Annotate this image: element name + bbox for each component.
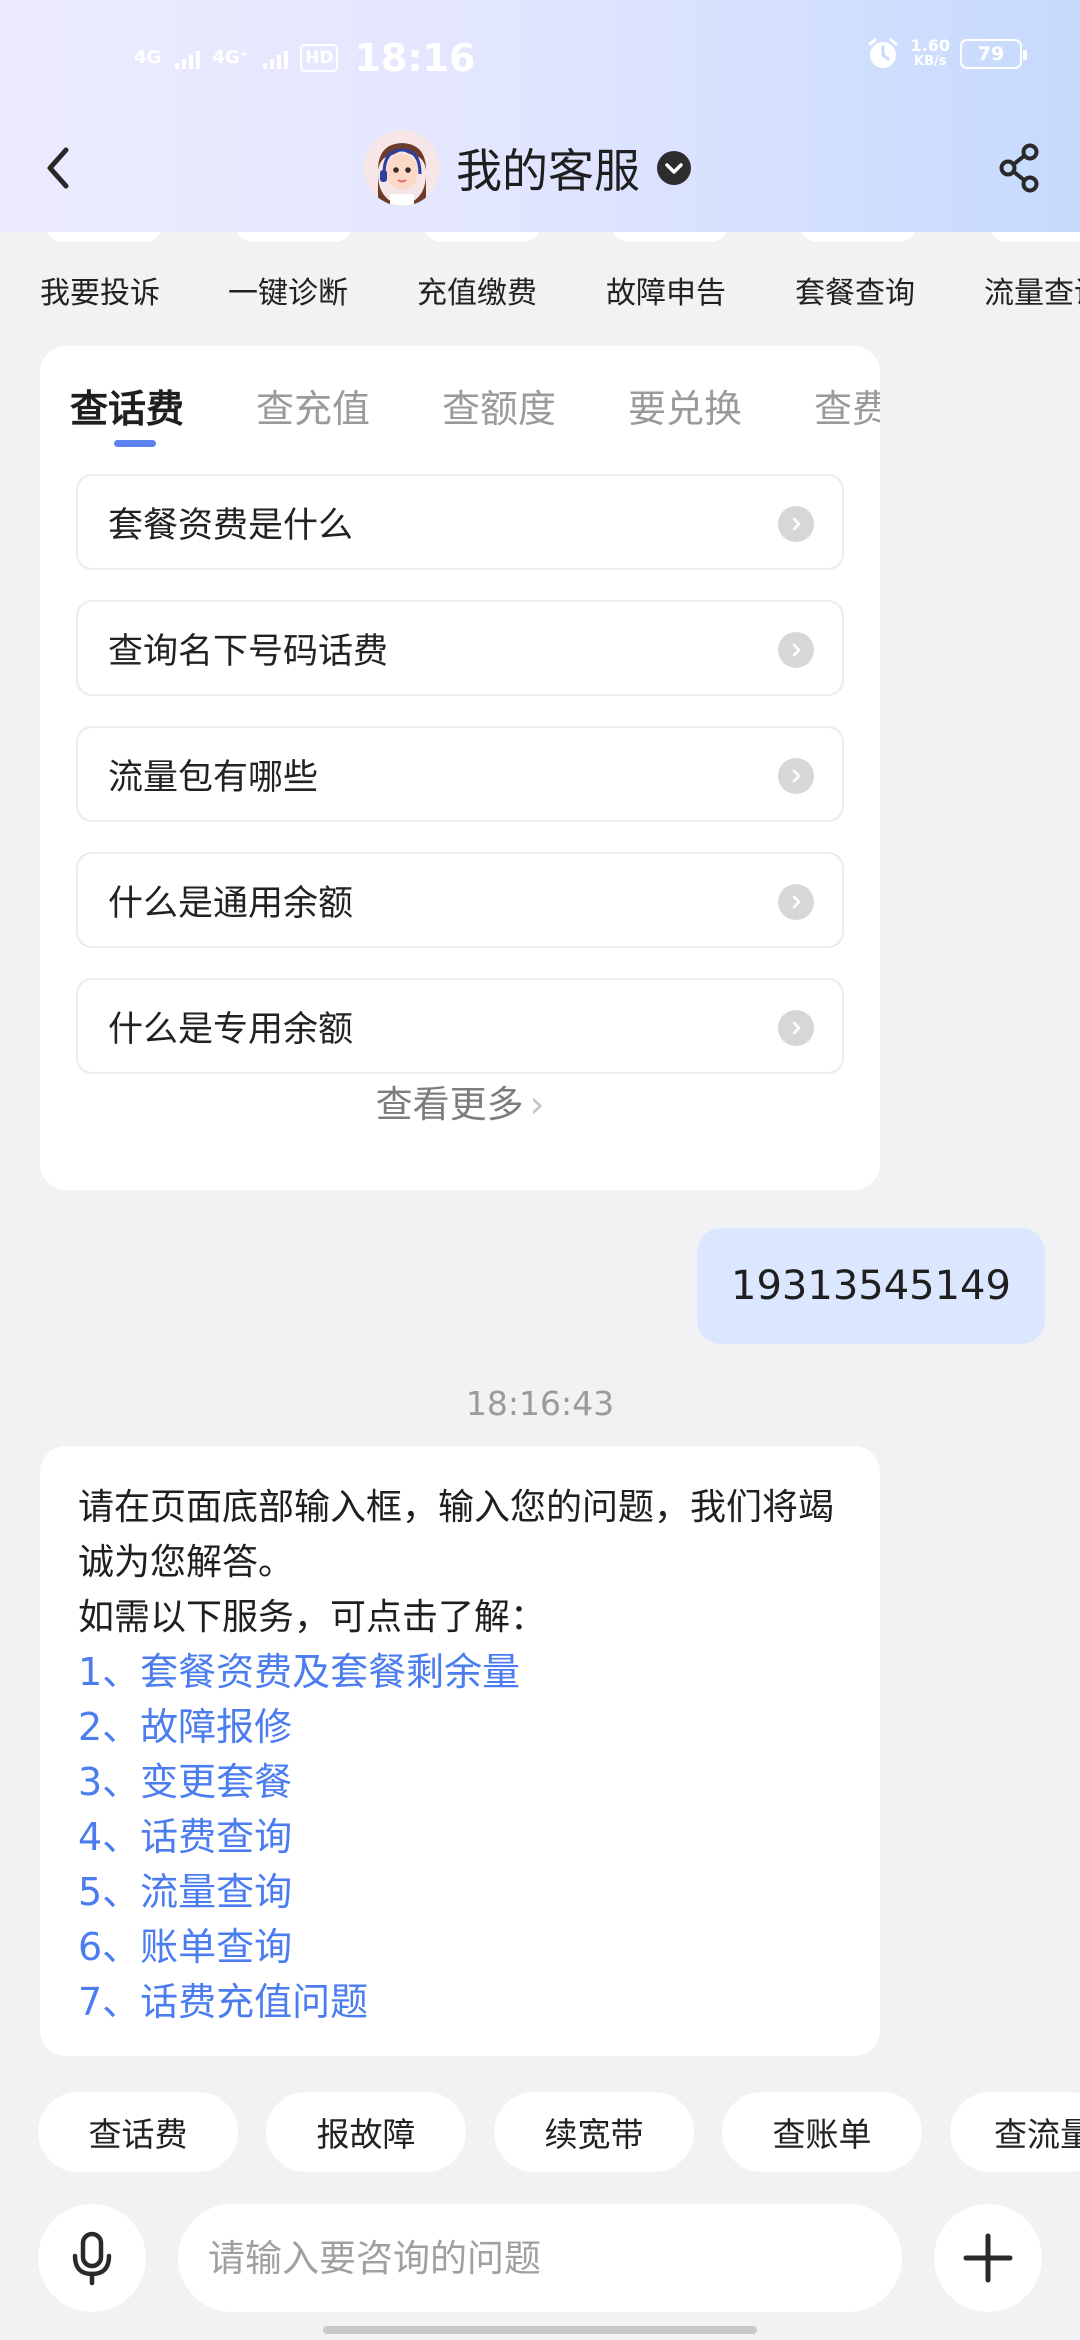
tab-bill[interactable]: 查话费 bbox=[70, 378, 184, 433]
user-message-text: 19313545149 bbox=[731, 1263, 1011, 1309]
chevron-right-icon bbox=[778, 1010, 814, 1046]
chevron-right-icon bbox=[778, 506, 814, 542]
net-speed-value: 1.60 bbox=[910, 36, 950, 55]
reply-link-data[interactable]: 5、流量查询 bbox=[78, 1865, 842, 1920]
chevron-right-icon bbox=[778, 632, 814, 668]
page-title: 我的客服 bbox=[456, 144, 640, 198]
bot-reply-card: 请在页面底部输入框，输入您的问题，我们将竭诚为您解答。 如需以下服务，可点击了解… bbox=[40, 1446, 880, 2056]
status-right: 1.60 KB/s 79 bbox=[865, 36, 1027, 72]
title-bar: 我的客服 bbox=[0, 120, 1080, 216]
chip-statement[interactable]: 查账单 bbox=[722, 2092, 922, 2172]
chevron-right-icon: › bbox=[529, 1083, 545, 1126]
battery-level: 79 bbox=[977, 43, 1005, 65]
voice-button[interactable] bbox=[38, 2204, 146, 2312]
reply-link-change-plan[interactable]: 3、变更套餐 bbox=[78, 1755, 842, 1810]
faq-tabs: 查话费 查充值 查额度 要兑换 查费用 bbox=[40, 346, 880, 456]
dropdown-check-icon bbox=[657, 151, 691, 185]
view-more-label: 查看更多 bbox=[375, 1083, 524, 1126]
add-button[interactable] bbox=[934, 2204, 1042, 2312]
faq-item[interactable]: 流量包有哪些 bbox=[76, 726, 844, 822]
chip-report-fault[interactable]: 报故障 bbox=[266, 2092, 466, 2172]
input-bar bbox=[0, 2200, 1080, 2312]
service-fault-report[interactable]: 故障申告 bbox=[606, 268, 726, 312]
status-left: 4G 4G⁺ HD 18:16 bbox=[134, 36, 475, 80]
net-speed-unit: KB/s bbox=[914, 54, 947, 69]
chevron-right-icon bbox=[778, 884, 814, 920]
service-diagnose[interactable]: 一键诊断 bbox=[228, 268, 348, 312]
agent-avatar-icon bbox=[364, 130, 440, 206]
message-timestamp: 18:16:43 bbox=[465, 1384, 615, 1423]
service-shortcuts: 我要投诉 一键诊断 充值缴费 故障申告 套餐查询 流量查询 bbox=[0, 232, 1080, 342]
back-arrow-icon bbox=[47, 147, 69, 189]
quick-chips: 查话费 报故障 续宽带 查账单 查流量 bbox=[0, 2092, 1080, 2172]
service-complaint[interactable]: 我要投诉 bbox=[40, 268, 160, 312]
reply-link-repair[interactable]: 2、故障报修 bbox=[78, 1700, 842, 1755]
reply-link-topup[interactable]: 7、话费充值问题 bbox=[78, 1975, 842, 2030]
alarm-icon bbox=[868, 38, 898, 68]
hd-badge: HD bbox=[300, 44, 339, 72]
tab-exchange[interactable]: 要兑换 bbox=[628, 378, 742, 433]
chip-bill[interactable]: 查话费 bbox=[38, 2092, 238, 2172]
tab-fee[interactable]: 查费用 bbox=[814, 378, 880, 433]
share-button[interactable] bbox=[990, 138, 1050, 198]
microphone-icon bbox=[72, 2231, 112, 2286]
back-button[interactable] bbox=[30, 138, 90, 198]
status-bar: 4G 4G⁺ HD 18:16 1.60 KB/s 79 bbox=[0, 30, 1080, 90]
chat-page: 4G 4G⁺ HD 18:16 1.60 KB/s 79 我的客服 我要投诉 一… bbox=[0, 0, 1080, 2340]
view-more-link[interactable]: 查看更多 › bbox=[40, 1074, 880, 1128]
reply-link-bill[interactable]: 4、话费查询 bbox=[78, 1810, 842, 1865]
tab-recharge[interactable]: 查充值 bbox=[256, 378, 370, 433]
plus-icon bbox=[963, 2233, 1013, 2283]
title-group[interactable]: 我的客服 bbox=[364, 128, 692, 208]
tab-quota[interactable]: 查额度 bbox=[442, 378, 556, 433]
signal-2-icon bbox=[263, 47, 289, 69]
user-message-bubble: 19313545149 bbox=[697, 1228, 1045, 1344]
service-icon-row bbox=[0, 232, 1080, 244]
chip-renew-broadband[interactable]: 续宽带 bbox=[494, 2092, 694, 2172]
net-speed: 1.60 KB/s bbox=[911, 38, 950, 70]
chip-data[interactable]: 查流量 bbox=[950, 2092, 1080, 2172]
reply-link-statement[interactable]: 6、账单查询 bbox=[78, 1920, 842, 1975]
faq-item-label: 什么是专用余额 bbox=[108, 1009, 354, 1050]
service-plan-query[interactable]: 套餐查询 bbox=[795, 268, 915, 312]
faq-item[interactable]: 查询名下号码话费 bbox=[76, 600, 844, 696]
faq-item-label: 什么是通用余额 bbox=[108, 883, 354, 924]
share-icon bbox=[999, 143, 1039, 193]
network-2-label: 4G⁺ bbox=[212, 47, 250, 68]
faq-item[interactable]: 什么是通用余额 bbox=[76, 852, 844, 948]
battery-icon: 79 bbox=[960, 39, 1027, 69]
faq-item[interactable]: 什么是专用余额 bbox=[76, 978, 844, 1074]
faq-item[interactable]: 套餐资费是什么 bbox=[76, 474, 844, 570]
reply-link-plan[interactable]: 1、套餐资费及套餐剩余量 bbox=[78, 1645, 842, 1700]
faq-item-label: 流量包有哪些 bbox=[108, 757, 319, 798]
status-time: 18:16 bbox=[354, 36, 476, 80]
header: 4G 4G⁺ HD 18:16 1.60 KB/s 79 我的客服 bbox=[0, 0, 1080, 232]
network-1-label: 4G bbox=[134, 47, 162, 68]
tab-indicator bbox=[114, 440, 156, 447]
reply-intro: 请在页面底部输入框，输入您的问题，我们将竭诚为您解答。 bbox=[78, 1487, 835, 1583]
question-input[interactable] bbox=[178, 2204, 902, 2312]
chevron-right-icon bbox=[778, 758, 814, 794]
faq-card: 查话费 查充值 查额度 要兑换 查费用 套餐资费是什么 查询名下号码话费 流量包… bbox=[40, 346, 880, 1190]
signal-1-icon bbox=[175, 47, 201, 69]
faq-item-label: 查询名下号码话费 bbox=[108, 631, 389, 672]
service-avatar bbox=[364, 130, 440, 206]
service-data-query[interactable]: 流量查询 bbox=[984, 268, 1080, 312]
reply-prompt: 如需以下服务，可点击了解： bbox=[78, 1597, 547, 1638]
faq-item-label: 套餐资费是什么 bbox=[108, 505, 354, 546]
service-recharge[interactable]: 充值缴费 bbox=[417, 268, 537, 312]
home-indicator[interactable] bbox=[323, 2326, 757, 2334]
